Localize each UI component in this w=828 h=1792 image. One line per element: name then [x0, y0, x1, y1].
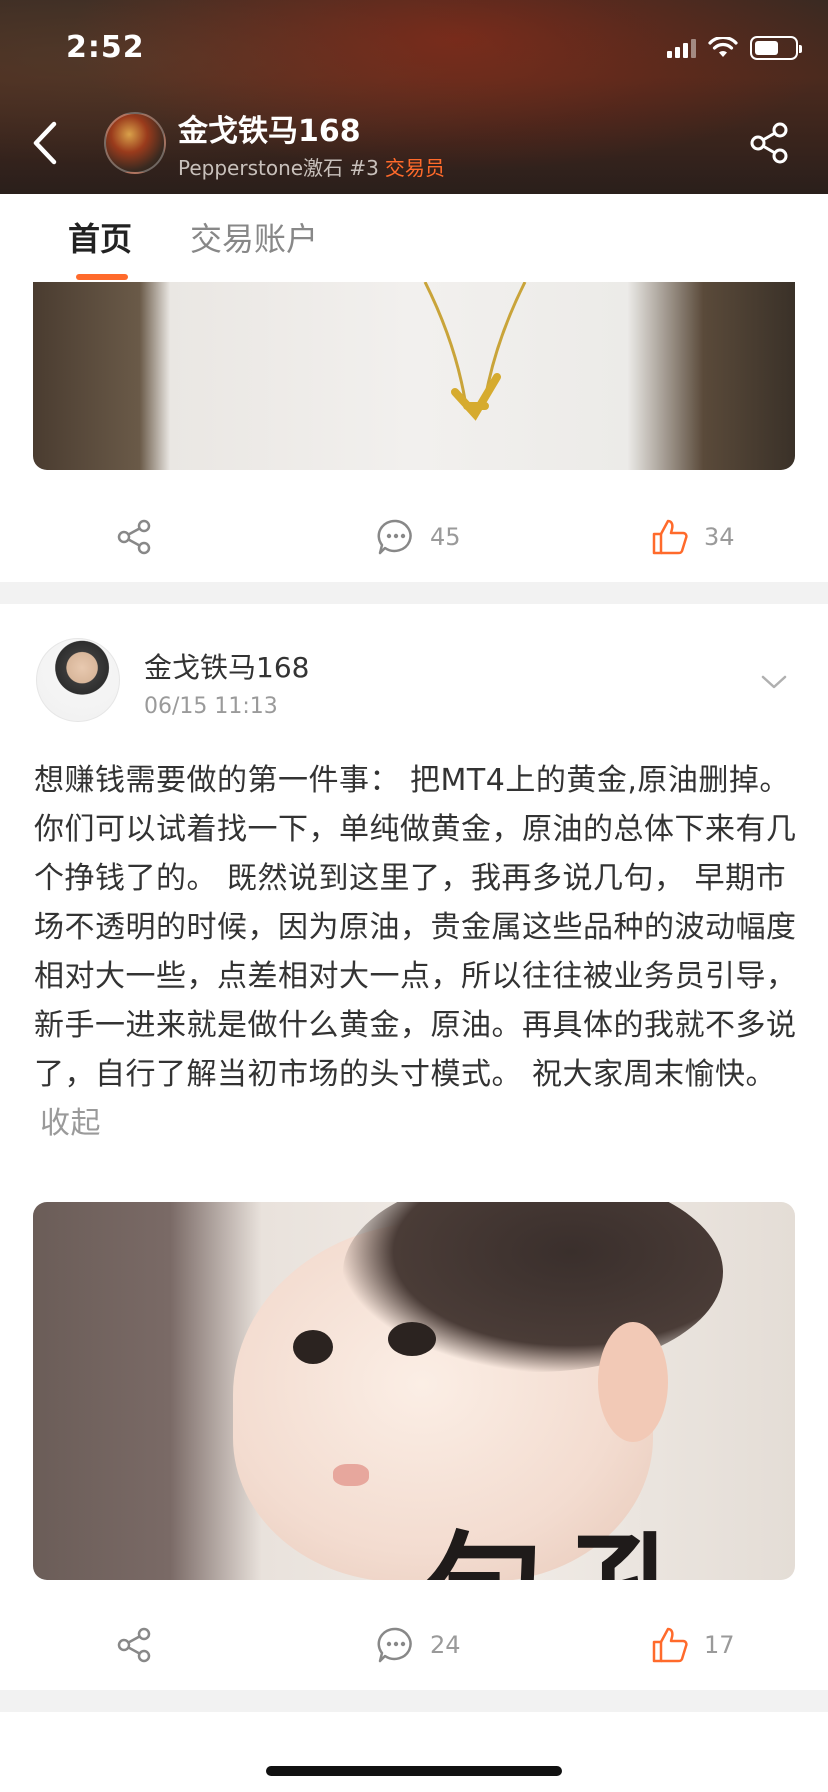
baby-mouth: [333, 1464, 369, 1486]
like-button[interactable]: 34: [650, 494, 735, 580]
post-timestamp: 06/15 11:13: [144, 694, 278, 719]
comment-icon: [377, 519, 412, 555]
like-count: 17: [704, 1631, 735, 1659]
post-text: 想赚钱需要做的第一件事： 把MT4上的黄金,原油删掉。 你们可以试着找一下，单纯…: [34, 763, 797, 1092]
profile-header: 2:52 金戈铁马168 Pepperstone激石 #3 交易员: [0, 0, 828, 194]
post-actions: 24 17: [0, 1602, 828, 1688]
status-time: 2:52: [66, 30, 145, 65]
collapse-link[interactable]: 收起: [40, 1106, 101, 1141]
baby-eye: [293, 1330, 333, 1364]
post-actions: 45 34: [0, 494, 828, 580]
image-caption: 句孔: [423, 1492, 723, 1580]
battery-icon: [750, 36, 802, 60]
post-author[interactable]: 金戈铁马168: [144, 646, 309, 686]
header-subtitle: Pepperstone激石 #3 交易员: [178, 152, 445, 181]
tab-active-indicator: [76, 274, 128, 280]
post-divider: [0, 582, 828, 604]
like-button[interactable]: 17: [650, 1602, 735, 1688]
status-icons: [667, 36, 802, 60]
role-badge: 交易员: [384, 156, 445, 180]
wifi-icon: [708, 37, 738, 57]
comment-button[interactable]: 24: [376, 1602, 461, 1688]
like-icon: [652, 1627, 688, 1663]
chevron-down-icon[interactable]: [760, 672, 788, 692]
share-icon[interactable]: [746, 120, 792, 166]
header-avatar[interactable]: [104, 112, 166, 174]
back-icon[interactable]: [26, 118, 66, 168]
share-icon: [117, 519, 151, 555]
header-name: 金戈铁马168: [178, 114, 361, 149]
baby-ear: [598, 1322, 668, 1442]
post-divider: [0, 1690, 828, 1712]
tab-trading-account[interactable]: 交易账户: [190, 214, 318, 260]
necklace-graphic: [423, 282, 527, 421]
broker-label: Pepperstone激石 #3: [178, 156, 379, 180]
home-indicator[interactable]: [266, 1766, 562, 1776]
share-button[interactable]: [114, 494, 154, 580]
tab-home[interactable]: 首页: [68, 214, 132, 260]
comment-count: 24: [430, 1631, 461, 1659]
avatar[interactable]: [36, 638, 120, 722]
baby-eye: [388, 1322, 436, 1356]
post-body: 想赚钱需要做的第一件事： 把MT4上的黄金,原油删掉。 你们可以试着找一下，单纯…: [34, 756, 798, 1148]
comment-icon: [377, 1627, 412, 1663]
tab-bar: 首页 交易账户: [0, 194, 828, 280]
post-image[interactable]: [33, 282, 795, 470]
share-icon: [117, 1627, 151, 1663]
like-icon: [652, 519, 688, 555]
share-button[interactable]: [114, 1602, 154, 1688]
signal-icon: [667, 38, 696, 58]
comment-button[interactable]: 45: [376, 494, 461, 580]
post-image[interactable]: 句孔: [33, 1202, 795, 1580]
comment-count: 45: [430, 523, 461, 551]
like-count: 34: [704, 523, 735, 551]
